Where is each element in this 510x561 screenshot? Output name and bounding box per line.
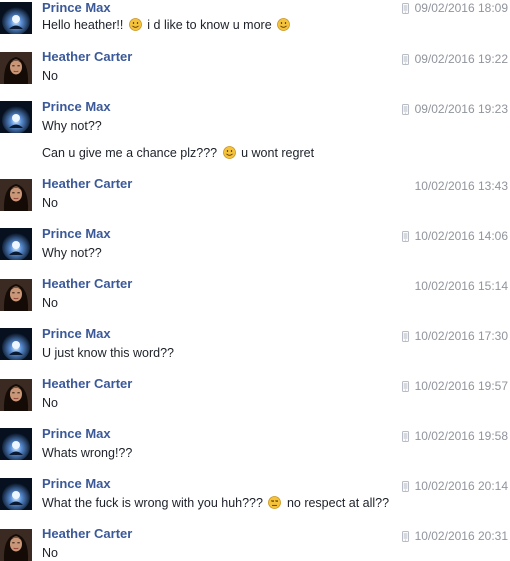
author-name[interactable]: Prince Max [42,426,111,442]
timestamp: 10/02/2016 20:14 [401,478,508,496]
chat-transcript: { "colors": { "name": "#3b5998", "text":… [0,0,510,561]
message-text: Why not?? [42,119,102,133]
timestamp: 10/02/2016 17:30 [401,328,508,346]
author-name[interactable]: Heather Carter [42,49,132,65]
author-name[interactable]: Heather Carter [42,376,132,392]
author-name[interactable]: Prince Max [42,0,111,16]
author-name[interactable]: Heather Carter [42,276,132,292]
avatar[interactable] [0,52,32,84]
author-name[interactable]: Prince Max [42,226,111,242]
avatar[interactable] [0,529,32,561]
timestamp: 10/02/2016 19:58 [401,428,508,446]
timestamp: 10/02/2016 20:31 [401,528,508,546]
mobile-phone-icon [401,53,409,69]
avatar[interactable] [0,279,32,311]
smiling-emoji-icon [128,18,142,31]
message-text: U just know this word?? [42,346,175,360]
author-name[interactable]: Prince Max [42,99,111,115]
timestamp: 10/02/2016 14:06 [401,228,508,246]
author-name[interactable]: Prince Max [42,476,111,492]
author-name[interactable]: Prince Max [42,326,111,342]
mobile-phone-icon [401,230,409,246]
smiling-emoji-icon [277,18,291,31]
message-text: Can u give me a chance plz??? u wont reg… [42,146,315,160]
message-text: Hello heather!! i d like to know u more [42,17,292,33]
mobile-phone-icon [401,480,409,496]
timestamp: 09/02/2016 19:23 [401,101,508,119]
avatar[interactable] [0,101,32,133]
timestamp: 09/02/2016 18:09 [401,0,508,18]
mobile-phone-icon [401,380,409,396]
author-name[interactable]: Heather Carter [42,176,132,192]
avatar[interactable] [0,2,32,34]
message-text: No [42,69,58,83]
avatar[interactable] [0,179,32,211]
avatar[interactable] [0,328,32,360]
mobile-phone-icon [401,330,409,346]
author-name[interactable]: Heather Carter [42,526,132,542]
timestamp: 10/02/2016 19:57 [401,378,508,396]
timestamp: 10/02/2016 15:14 [414,279,508,293]
mobile-phone-icon [401,430,409,446]
smiling-emoji-icon [222,146,236,159]
avatar[interactable] [0,228,32,260]
mobile-phone-icon [401,2,409,18]
message-text: No [42,296,58,310]
unamused-emoji-icon [268,496,282,509]
message-text: No [42,396,58,410]
message-text: No [42,196,58,210]
message-text: Whats wrong!?? [42,446,133,460]
message-text: Why not?? [42,246,102,260]
timestamp: 09/02/2016 19:22 [401,51,508,69]
avatar[interactable] [0,478,32,510]
message-text: What the fuck is wrong with you huh??? n… [42,496,390,510]
timestamp: 10/02/2016 13:43 [414,179,508,193]
mobile-phone-icon [401,103,409,119]
avatar[interactable] [0,428,32,460]
avatar[interactable] [0,379,32,411]
mobile-phone-icon [401,530,409,546]
